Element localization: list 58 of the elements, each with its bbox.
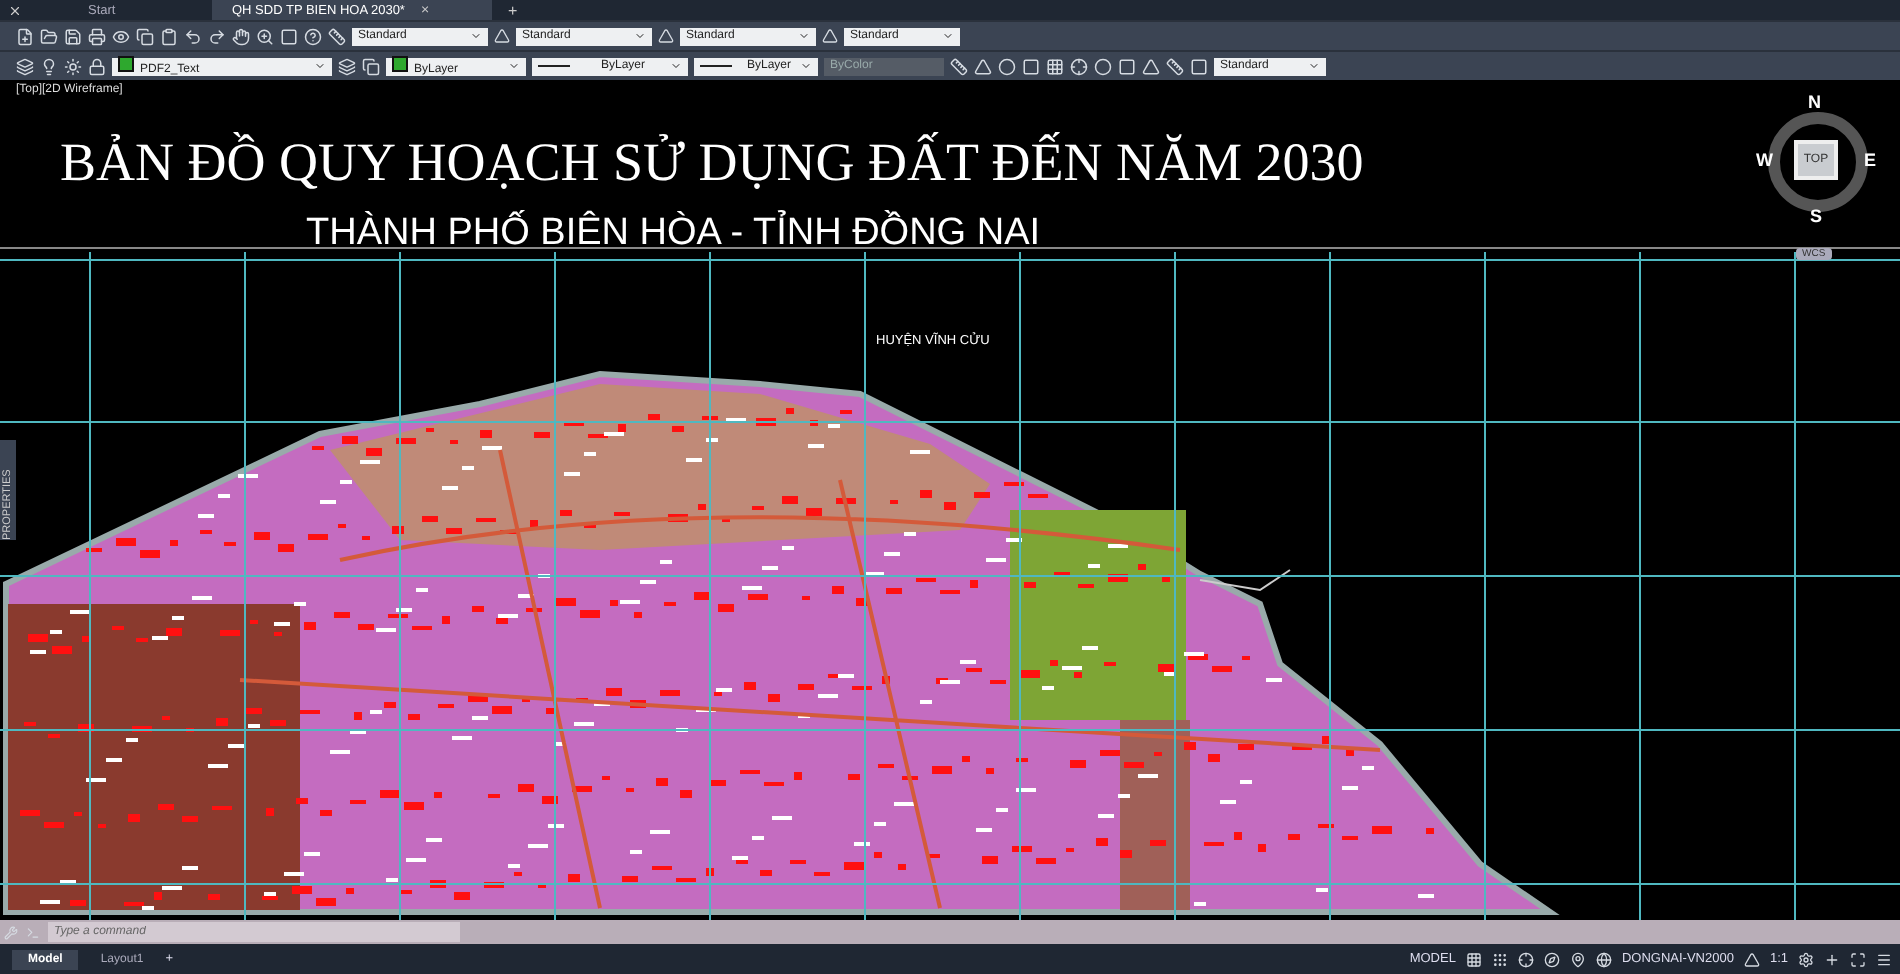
zoom-icon[interactable]	[256, 27, 274, 45]
printer-icon[interactable]	[88, 27, 106, 45]
settings-icon[interactable]	[1798, 951, 1814, 967]
north-label: N	[1808, 92, 1821, 112]
map-subtitle: THÀNH PHỐ BIÊN HÒA - TỈNH ĐỒNG NAI	[306, 212, 1041, 256]
grid-icon[interactable]	[1046, 57, 1064, 75]
caret-icon[interactable]	[942, 30, 954, 42]
caret-icon[interactable]	[634, 30, 646, 42]
square-icon[interactable]	[280, 27, 298, 45]
copy-icon[interactable]	[362, 57, 380, 75]
redo-icon[interactable]	[208, 27, 226, 45]
line-sample-icon	[538, 64, 570, 68]
triangle-icon[interactable]	[1142, 57, 1160, 75]
square-icon[interactable]	[1190, 57, 1208, 75]
lightbulb-icon[interactable]	[40, 57, 58, 75]
line-sample-icon	[700, 64, 732, 68]
west-label: W	[1756, 150, 1773, 170]
new-tab-button[interactable]: +	[496, 0, 530, 20]
lock-icon[interactable]	[88, 57, 106, 75]
layers-icon[interactable]	[338, 57, 356, 75]
caret-icon[interactable]	[799, 60, 812, 72]
menu-icon[interactable]	[1876, 951, 1892, 967]
layers-icon[interactable]	[16, 57, 34, 75]
snap-icon[interactable]	[1491, 951, 1508, 967]
crosshair-icon[interactable]	[1070, 57, 1088, 75]
square-icon[interactable]	[1118, 57, 1136, 75]
caret-icon[interactable]	[1308, 60, 1320, 72]
caret-icon[interactable]	[798, 30, 810, 42]
open-folder-icon[interactable]	[40, 27, 58, 45]
map-title: BẢN ĐỒ QUY HOẠCH SỬ DỤNG ĐẤT ĐẾN NĂM 2030	[60, 132, 1364, 194]
grid-icon[interactable]	[1465, 951, 1482, 967]
new-file-icon[interactable]	[16, 27, 34, 45]
maximize-icon[interactable]	[1850, 951, 1866, 967]
clipboard-icon[interactable]	[160, 27, 178, 45]
crosshair-icon[interactable]	[1517, 951, 1534, 967]
triangle-icon[interactable]	[1743, 951, 1760, 967]
save-icon[interactable]	[64, 27, 82, 45]
south-label: S	[1810, 206, 1823, 226]
ruler-icon[interactable]	[1166, 57, 1184, 75]
caret-icon[interactable]	[314, 60, 326, 72]
circle-icon[interactable]	[1094, 57, 1112, 75]
pin-icon[interactable]	[1569, 951, 1586, 967]
square-icon[interactable]	[1022, 57, 1040, 75]
copy-icon[interactable]	[136, 27, 154, 45]
east-label: E	[1864, 150, 1877, 170]
plus-icon[interactable]	[1824, 951, 1840, 967]
undo-icon[interactable]	[184, 27, 202, 45]
eye-icon[interactable]	[112, 27, 130, 45]
hand-icon[interactable]	[232, 27, 250, 45]
caret-icon[interactable]	[669, 60, 682, 72]
caret-icon[interactable]	[470, 30, 482, 42]
ruler-icon[interactable]	[328, 27, 346, 45]
circle-icon[interactable]	[998, 57, 1016, 75]
caret-icon[interactable]	[508, 60, 520, 72]
help-icon[interactable]	[304, 27, 322, 45]
sun-icon[interactable]	[64, 57, 82, 75]
compass-icon[interactable]	[1543, 951, 1560, 967]
globe-icon[interactable]	[1595, 951, 1612, 967]
